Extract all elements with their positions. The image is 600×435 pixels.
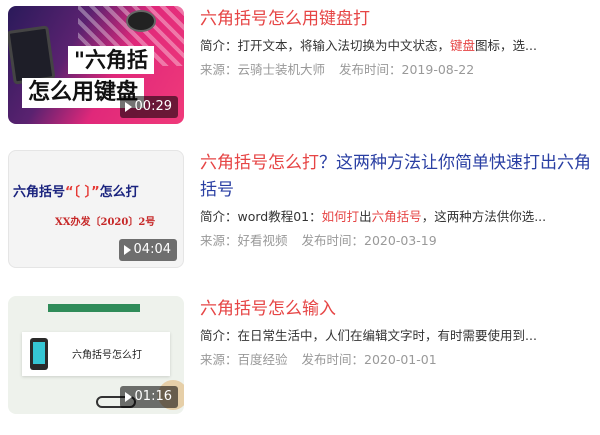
duration-badge: 04:04	[118, 239, 177, 261]
thumb-text: 怎么打	[99, 185, 139, 200]
result-title-link[interactable]: 六角括号怎么打？这两种方法让你简单快速打出六角括号	[200, 150, 596, 204]
duration-badge: 00:29	[119, 96, 178, 118]
desc-text: 简介：在日常生活中，人们在编辑文字时，有时需要使用到...	[200, 328, 537, 343]
result-title-link[interactable]: 六角括号怎么输入	[200, 296, 596, 323]
mouse-image	[126, 10, 156, 32]
thumbnail-caption: "六角括	[68, 46, 154, 74]
result-date: 发布时间：2020-03-19	[301, 233, 437, 248]
duration-text: 01:16	[134, 389, 172, 404]
result-date: 发布时间：2020-01-01	[301, 352, 437, 367]
result-info: 六角括号怎么打？这两种方法让你简单快速打出六角括号 简介：word教程01：如何…	[200, 150, 596, 250]
result-meta: 来源：云骑士装机大师 发布时间：2019-08-22	[200, 61, 596, 79]
video-result: "六角括 怎么用键盘 00:29 六角括号怎么用键盘打 简介：打开文本，将输入法…	[8, 6, 598, 124]
thumb-text: 六角括号	[13, 185, 66, 200]
thumb-text: “〔 〕”	[65, 185, 100, 200]
thumbnail-decoration	[48, 304, 140, 312]
play-icon	[124, 392, 132, 402]
desc-text: 出	[359, 209, 372, 224]
phone-image	[30, 338, 48, 370]
document-image: 六角括号怎么打	[22, 332, 170, 376]
play-icon	[123, 245, 131, 255]
desc-text: 图标，选...	[475, 38, 537, 53]
title-keyword: 六角括号怎么打	[200, 153, 319, 173]
video-thumbnail[interactable]: 六角括号“〔 〕”怎么打 XX办发〔2020〕2号 04:04	[8, 150, 184, 268]
play-icon	[124, 102, 132, 112]
result-description: 简介：word教程01：如何打出六角括号，这两种方法供你选...	[200, 208, 596, 226]
thumbnail-caption: XX办发〔2020〕2号	[55, 217, 156, 228]
result-meta: 来源：好看视频 发布时间：2020-03-19	[200, 232, 596, 250]
tablet-image	[8, 25, 56, 85]
result-source: 来源：好看视频	[200, 233, 288, 248]
result-info: 六角括号怎么用键盘打 简介：打开文本，将输入法切换为中文状态，键盘图标，选...…	[200, 6, 596, 79]
title-keyword: 输入	[302, 299, 336, 319]
desc-text: ，这两种方法供你选...	[421, 209, 547, 224]
result-meta: 来源：百度经验 发布时间：2020-01-01	[200, 351, 596, 369]
desc-keyword: 六角括号	[371, 209, 422, 224]
video-result: 六角括号怎么打 01:16 六角括号怎么输入 简介：在日常生活中，人们在编辑文字…	[8, 296, 598, 414]
thumbnail-caption: 六角括号怎么打	[72, 350, 142, 361]
title-keyword: 六角括号怎么	[200, 299, 302, 319]
duration-text: 04:04	[133, 242, 171, 257]
desc-keyword: 键盘	[450, 38, 476, 53]
video-thumbnail[interactable]: 六角括号怎么打 01:16	[8, 296, 184, 414]
desc-text: 简介：打开文本，将输入法切换为中文状态，	[200, 38, 451, 53]
result-description: 简介：在日常生活中，人们在编辑文字时，有时需要使用到...	[200, 327, 596, 345]
thumbnail-caption: 六角括号“〔 〕”怎么打	[13, 181, 139, 200]
result-title-link[interactable]: 六角括号怎么用键盘打	[200, 6, 596, 33]
duration-badge: 01:16	[119, 386, 178, 408]
duration-text: 00:29	[134, 99, 172, 114]
result-source: 来源：百度经验	[200, 352, 288, 367]
title-keyword: 六角括号怎么用键盘打	[200, 9, 370, 29]
desc-keyword: 如何打	[321, 209, 360, 224]
result-info: 六角括号怎么输入 简介：在日常生活中，人们在编辑文字时，有时需要使用到... 来…	[200, 296, 596, 369]
video-thumbnail[interactable]: "六角括 怎么用键盘 00:29	[8, 6, 184, 124]
result-source: 来源：云骑士装机大师	[200, 62, 326, 77]
phone-screen	[33, 342, 45, 364]
result-description: 简介：打开文本，将输入法切换为中文状态，键盘图标，选...	[200, 37, 596, 55]
desc-text: 简介：word教程01：	[200, 209, 322, 224]
result-date: 发布时间：2019-08-22	[339, 62, 475, 77]
video-result: 六角括号“〔 〕”怎么打 XX办发〔2020〕2号 04:04 六角括号怎么打？…	[8, 150, 598, 268]
